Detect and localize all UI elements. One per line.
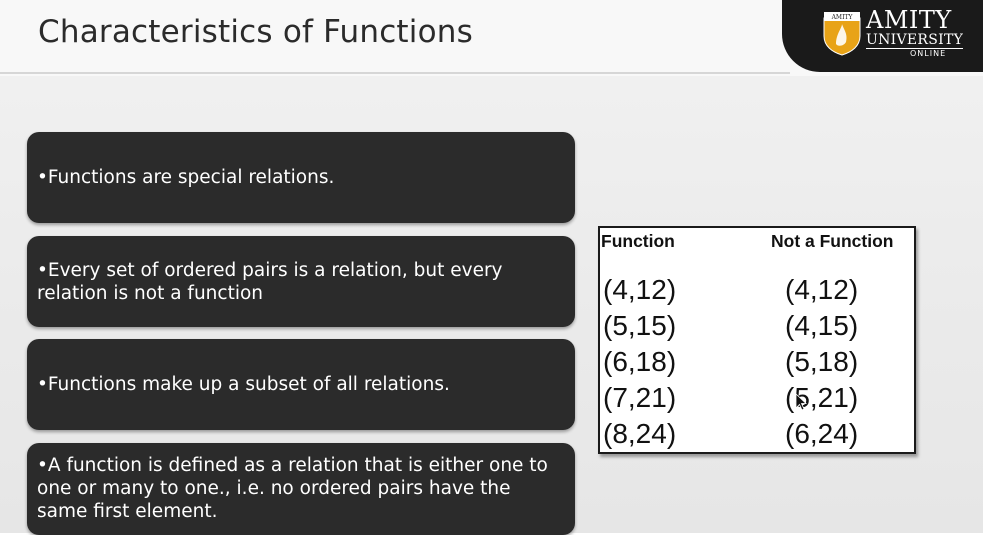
function-pair: (5,15) (603, 310, 677, 341)
function-pair: (7,21) (603, 382, 677, 413)
bullet-card-3: •Functions make up a subset of all relat… (27, 339, 575, 430)
function-pair: (4,12) (603, 274, 677, 305)
logo-online: ONLINE (910, 49, 947, 58)
not-function-pair: (5,18) (785, 346, 859, 377)
function-pair: (8,24) (603, 418, 677, 449)
function-column: (4,12) (5,15) (6,18) (7,21) (8,24) (603, 272, 676, 452)
amity-university-online-logo: AMITY AMITY UNIVERSITY ONLINE (782, 0, 983, 72)
slide-title: Characteristics of Functions (38, 14, 473, 50)
bullet-card-1: •Functions are special relations. (27, 132, 575, 223)
bullet-text: •A function is defined as a relation tha… (37, 455, 548, 522)
function-column-header: Function (601, 231, 675, 251)
logo-university: UNIVERSITY (866, 32, 964, 49)
not-function-pair: (4,12) (785, 274, 859, 305)
amity-crest-icon: AMITY (823, 12, 861, 56)
mouse-pointer-icon (795, 393, 807, 411)
bullet-text: •Every set of ordered pairs is a relatio… (37, 259, 503, 304)
logo-name: AMITY (866, 6, 952, 34)
bullet-text: •Functions make up a subset of all relat… (37, 374, 450, 395)
not-function-pair: (6,24) (785, 418, 859, 449)
not-function-column: (4,12) (4,15) (5,18) (5,21) (6,24) (785, 272, 858, 452)
function-pair: (6,18) (603, 346, 677, 377)
ordered-pairs-table: Function Not a Function (4,12) (5,15) (6… (598, 226, 916, 454)
bullet-card-4: •A function is defined as a relation tha… (27, 443, 575, 535)
not-function-column-header: Not a Function (771, 231, 894, 251)
header-divider (0, 72, 790, 74)
not-function-pair: (4,15) (785, 310, 859, 341)
bullet-card-2: •Every set of ordered pairs is a relatio… (27, 236, 575, 327)
bullet-text: •Functions are special relations. (37, 167, 335, 188)
svg-text:AMITY: AMITY (831, 14, 854, 21)
slide-canvas: Characteristics of Functions AMITY AMITY… (0, 0, 983, 535)
